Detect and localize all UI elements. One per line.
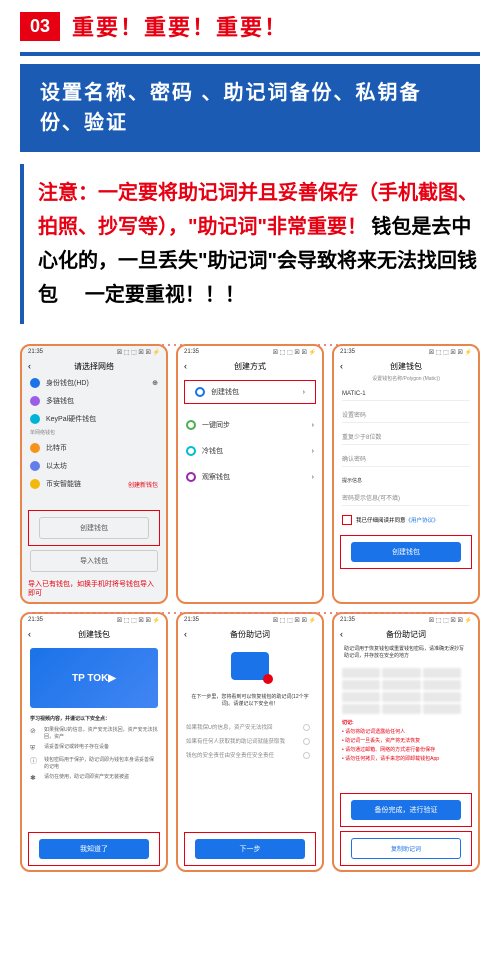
step-badge: 03 xyxy=(20,12,60,41)
important-label: 重要！重要！重要！ xyxy=(72,10,288,42)
warning-note: 注意：一定要将助记词并且妥善保存（手机截图、拍照、抄写等），"助记词"非常重要！… xyxy=(20,164,480,324)
screenshot-grid: 21:35☒ ⬚ ⬚ ☒ ☒ ⚡ ‹请选择网络 身份钱包(HD)⊕ 多链钱包 K… xyxy=(0,344,500,892)
warning-emphasis: 一定要重视！！！ xyxy=(85,284,245,306)
phone-screenshot-4: 21:35☒ ⬚ ⬚ ☒ ☒ ⚡ ‹创建钱包 TP TOK▶ 学习视频内容，并谨… xyxy=(20,612,168,872)
phone-screenshot-3: 21:35☒ ⬚ ⬚ ☒ ☒ ⚡ ‹创建钱包 设置钱包名称/Polygon (M… xyxy=(332,344,480,604)
divider xyxy=(20,52,480,56)
phone-screenshot-1: 21:35☒ ⬚ ⬚ ☒ ☒ ⚡ ‹请选择网络 身份钱包(HD)⊕ 多链钱包 K… xyxy=(20,344,168,604)
phone-screenshot-2: 21:35☒ ⬚ ⬚ ☒ ☒ ⚡ ‹创建方式 创建钱包› 一键同步› 冷钱包› … xyxy=(176,344,324,604)
phone-screenshot-6: 21:35☒ ⬚ ⬚ ☒ ☒ ⚡ ‹备份助记词 助记词用于恢复钱包或重置钱包密码… xyxy=(332,612,480,872)
step-header: 03 重要！重要！重要！ xyxy=(0,0,500,52)
section-header: 设置名称、密码 、助记词备份、私钥备份、验证 xyxy=(20,64,480,152)
phone-screenshot-5: 21:35☒ ⬚ ⬚ ☒ ☒ ⚡ ‹备份助记词 在下一步里，您将看到可以恢复钱包… xyxy=(176,612,324,872)
